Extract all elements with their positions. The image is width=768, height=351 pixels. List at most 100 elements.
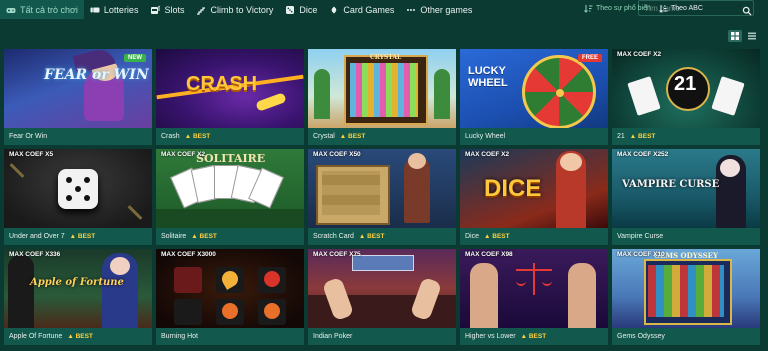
game-card-scratch-card[interactable]: MAX COEF X50 Scratch Card ▲ BEST — [308, 149, 456, 245]
game-caption: Apple Of Fortune ▲ BEST — [4, 328, 152, 345]
max-coef-badge: MAX COEF X5 — [9, 151, 54, 158]
tab-label: Other games — [420, 4, 473, 15]
tab-slots[interactable]: Slots — [144, 0, 190, 19]
max-coef-badge: MAX COEF X336 — [9, 251, 61, 258]
best-text: BEST — [638, 133, 656, 140]
tab-lotteries[interactable]: Lotteries — [84, 0, 145, 19]
game-card-solitaire[interactable]: SOLITAIRE MAX COEF X2 Solitaire ▲ BEST — [156, 149, 304, 245]
tab-climb-to-victory[interactable]: Climb to Victory — [190, 0, 279, 19]
game-thumbnail: Apple of Fortune — [4, 249, 152, 328]
thumb-title: Apple of Fortune — [30, 277, 124, 288]
list-view-button[interactable] — [745, 30, 759, 42]
game-caption: Crash ▲ BEST — [156, 128, 304, 145]
game-card-apple-of-fortune[interactable]: Apple of Fortune MAX COEF X336 Apple Of … — [4, 249, 152, 345]
max-coef-badge: MAX COEF X3000 — [161, 251, 216, 258]
game-title: Dice — [465, 233, 480, 240]
game-caption: Vampire Curse — [612, 228, 760, 245]
best-label: ▲ BEST — [339, 133, 366, 140]
max-coef-badge: MAX COEF X252 — [617, 151, 669, 158]
best-label: ▲ BEST — [520, 333, 547, 340]
best-label: ▲ BEST — [484, 233, 510, 240]
best-text: BEST — [199, 233, 217, 240]
tab-label: Dice — [299, 4, 318, 15]
max-coef-badge: MAX COEF X75 — [313, 251, 361, 258]
max-coef-badge: MAX COEF X50 — [313, 151, 361, 158]
thumb-title: FEAR or WIN — [44, 67, 149, 83]
game-title: Crystal — [313, 133, 335, 140]
game-card-indian-poker[interactable]: MAX COEF X75 Indian Poker — [308, 249, 456, 345]
tab-card-games[interactable]: Card Games — [323, 0, 400, 19]
tab-all-games[interactable]: Tất cả trò chơi — [0, 0, 84, 19]
thumb-title: SOLITAIRE — [196, 152, 266, 165]
tab-dice[interactable]: Dice — [279, 0, 323, 19]
new-badge: NEW — [124, 54, 146, 62]
grid-view-button[interactable] — [728, 30, 742, 42]
game-title: 21 — [617, 133, 625, 140]
game-title: Solitaire — [161, 233, 187, 240]
best-label: ▲ BEST — [69, 233, 96, 240]
game-thumbnail: 21 — [612, 49, 760, 128]
best-text: BEST — [348, 133, 366, 140]
best-text: BEST — [75, 333, 93, 340]
stairs-icon — [196, 5, 206, 15]
max-coef-badge: MAX COEF X2 — [617, 51, 662, 58]
best-text: BEST — [367, 233, 385, 240]
best-text: BEST — [77, 233, 96, 240]
game-caption: Crystal ▲ BEST — [308, 128, 456, 145]
game-thumbnail: SOLITAIRE — [156, 149, 304, 228]
game-caption: 21 ▲ BEST — [612, 128, 760, 145]
more-dots-icon — [406, 5, 416, 15]
game-card-fear-or-win[interactable]: FEAR or WIN NEW Fear Or Win — [4, 49, 152, 145]
thumb-title: VAMPIRE CURSE — [622, 179, 720, 190]
tab-label: Lotteries — [103, 4, 139, 15]
search-icon[interactable] — [742, 3, 752, 16]
game-card-under-and-over-7[interactable]: MAX COEF X5 Under and Over 7 ▲ BEST — [4, 149, 152, 245]
max-coef-badge: MAX COEF X2 — [465, 151, 510, 158]
game-title: Burning Hot — [161, 333, 198, 340]
best-label: ▲ BEST — [67, 333, 93, 340]
tab-other-games[interactable]: Other games — [400, 0, 478, 19]
game-card-burning-hot[interactable]: MAX COEF X3000 Burning Hot — [156, 249, 304, 345]
game-caption: Higher vs Lower ▲ BEST — [460, 328, 608, 345]
game-caption: Indian Poker — [308, 328, 456, 345]
game-thumbnail: CRYSTAL — [308, 49, 456, 128]
sort-by-popularity[interactable]: Theo sự phổ biến — [584, 4, 651, 13]
game-title: Lucky Wheel — [465, 133, 506, 140]
game-thumbnail — [460, 249, 608, 328]
tab-label: Card Games — [343, 4, 395, 15]
thumb-title: CRYSTAL — [370, 54, 402, 61]
best-label: ▲ BEST — [629, 133, 656, 140]
game-title: Indian Poker — [313, 333, 353, 340]
game-thumbnail: VAMPIRE CURSE — [612, 149, 760, 228]
game-card-dice[interactable]: DICE MAX COEF X2 Dice ▲ BEST — [460, 149, 608, 245]
game-thumbnail — [156, 249, 304, 328]
game-card-gems-odyssey[interactable]: GEMS ODYSSEY MAX COEF X10 Gems Odyssey — [612, 249, 760, 345]
game-title: Crash — [161, 133, 180, 140]
sort-by-abc[interactable]: Theo ABC — [659, 4, 703, 13]
game-caption: Fear Or Win — [4, 128, 152, 145]
game-card-crash[interactable]: CRASH Crash ▲ BEST — [156, 49, 304, 145]
game-card-higher-vs-lower[interactable]: MAX COEF X98 Higher vs Lower ▲ BEST — [460, 249, 608, 345]
tab-label: Slots — [164, 4, 185, 15]
game-card-vampire-curse[interactable]: VAMPIRE CURSE MAX COEF X252 Vampire Curs… — [612, 149, 760, 245]
max-coef-badge: MAX COEF X98 — [465, 251, 513, 258]
game-title: Fear Or Win — [9, 133, 48, 140]
game-card-lucky-wheel[interactable]: LUCKY WHEEL FREE Lucky Wheel — [460, 49, 608, 145]
game-thumbnail: CRASH — [156, 49, 304, 128]
list-icon — [748, 32, 756, 40]
game-title: Gems Odyssey — [617, 333, 665, 340]
gamepad-icon — [6, 5, 16, 15]
game-card-crystal[interactable]: CRYSTAL Crystal ▲ BEST — [308, 49, 456, 145]
sort-label: Theo sự phổ biến — [596, 5, 651, 12]
tab-label: Tất cả trò chơi — [20, 4, 78, 15]
sort-label: Theo ABC — [671, 5, 703, 12]
thumb-title: LUCKY WHEEL — [468, 65, 508, 89]
tab-label: Climb to Victory — [210, 4, 274, 15]
max-coef-badge: MAX COEF X10 — [617, 251, 665, 258]
thumb-title: 21 — [674, 73, 697, 95]
game-caption: Solitaire ▲ BEST — [156, 228, 304, 245]
game-thumbnail: GEMS ODYSSEY — [612, 249, 760, 328]
free-badge: FREE — [577, 54, 602, 62]
game-thumbnail — [308, 249, 456, 328]
game-card-21[interactable]: 21 MAX COEF X2 21 ▲ BEST — [612, 49, 760, 145]
